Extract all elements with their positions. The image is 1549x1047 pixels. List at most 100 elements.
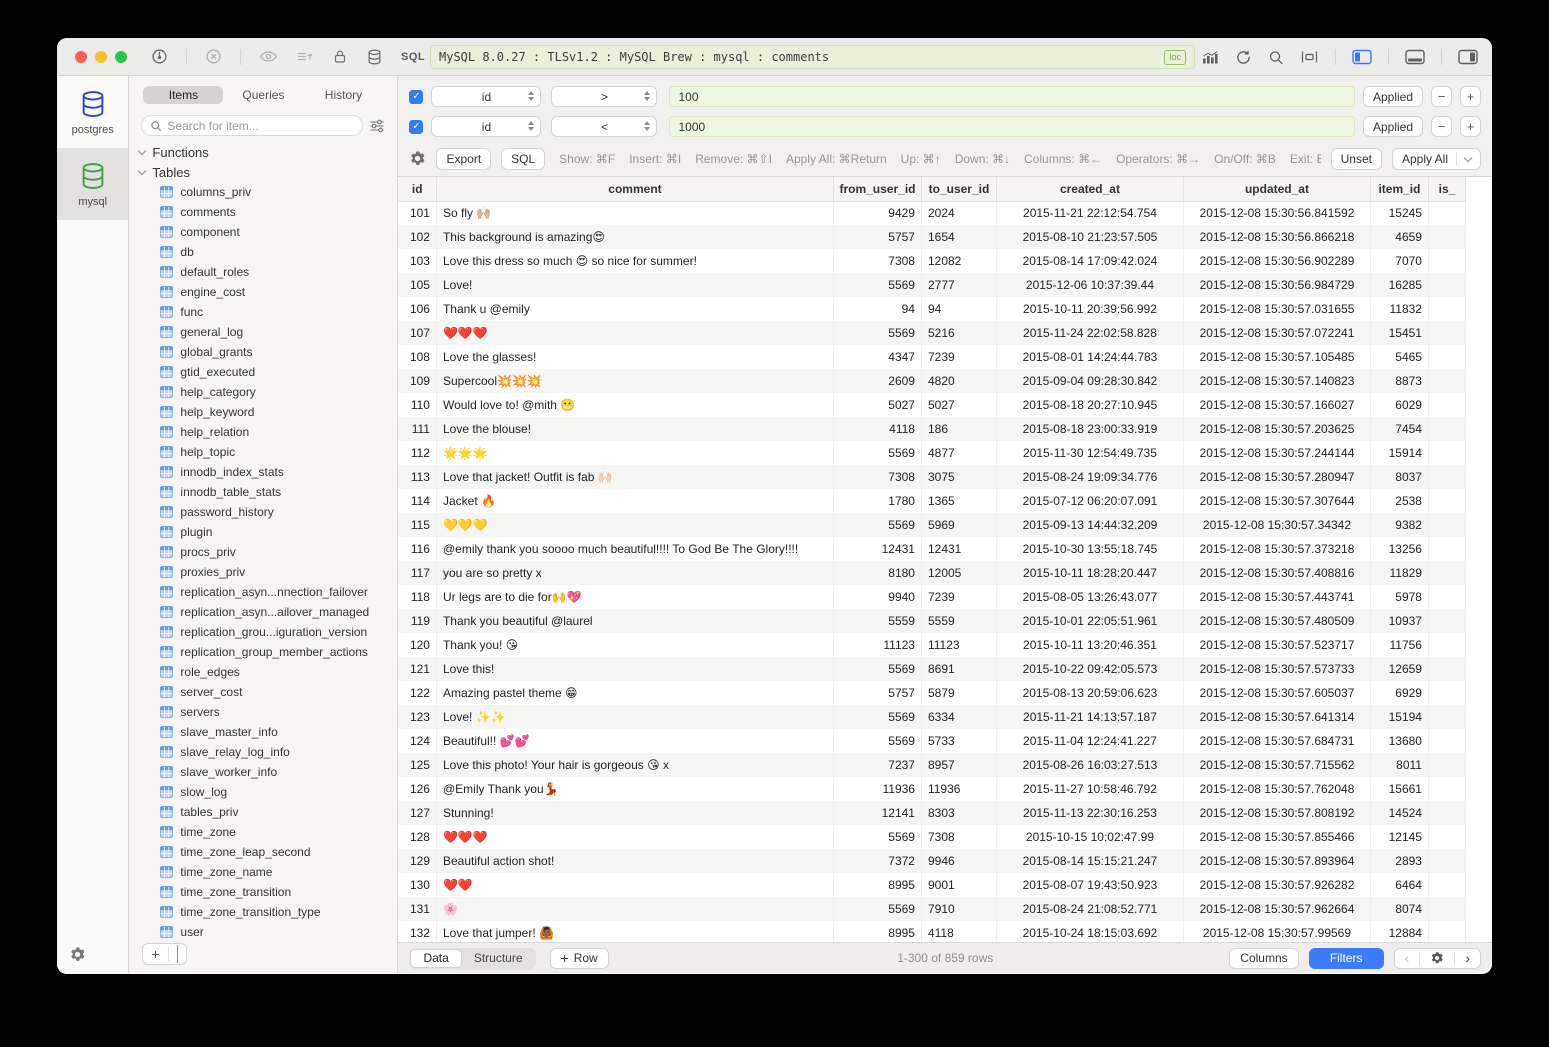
cell-to-user-id[interactable]: 5216 xyxy=(921,321,996,345)
cell-updated-at[interactable]: 2015-12-08 15:30:57.808192 xyxy=(1183,801,1370,825)
table-row[interactable]: 103Love this dress so much 😍 so nice for… xyxy=(398,249,1465,273)
cell-updated-at[interactable]: 2015-12-08 15:30:57.443741 xyxy=(1183,585,1370,609)
sidebar-table-global_grants[interactable]: global_grants xyxy=(129,342,397,362)
cell-to-user-id[interactable]: 4118 xyxy=(921,921,996,942)
cell-is[interactable] xyxy=(1428,657,1465,681)
cell-is[interactable] xyxy=(1428,225,1465,249)
cell-id[interactable]: 121 xyxy=(398,657,436,681)
next-page-button[interactable]: › xyxy=(1455,950,1480,966)
cell-is[interactable] xyxy=(1428,465,1465,489)
cell-from-user-id[interactable]: 4118 xyxy=(833,417,921,441)
table-row[interactable]: 110Would love to! @mith 😬502750272015-08… xyxy=(398,393,1465,417)
cell-item-id[interactable]: 11832 xyxy=(1370,297,1428,321)
sidebar-table-plugin[interactable]: plugin xyxy=(129,522,397,542)
cell-id[interactable]: 123 xyxy=(398,705,436,729)
cell-item-id[interactable]: 15245 xyxy=(1370,201,1428,225)
applied-button[interactable]: Applied xyxy=(1363,116,1423,137)
cell-created-at[interactable]: 2015-08-14 17:09:42.024 xyxy=(996,249,1183,273)
cell-updated-at[interactable]: 2015-12-08 15:30:57.072241 xyxy=(1183,321,1370,345)
cell-item-id[interactable]: 13680 xyxy=(1370,729,1428,753)
table-row[interactable]: 106Thank u @emily94942015-10-11 20:39:56… xyxy=(398,297,1465,321)
cell-from-user-id[interactable]: 7308 xyxy=(833,465,921,489)
cell-id[interactable]: 110 xyxy=(398,393,436,417)
cell-to-user-id[interactable]: 4820 xyxy=(921,369,996,393)
cell-updated-at[interactable]: 2015-12-08 15:30:57.031655 xyxy=(1183,297,1370,321)
applied-button[interactable]: Applied xyxy=(1363,86,1423,107)
cell-is[interactable] xyxy=(1428,633,1465,657)
cell-from-user-id[interactable]: 5569 xyxy=(833,897,921,921)
cell-from-user-id[interactable]: 5569 xyxy=(833,273,921,297)
cell-created-at[interactable]: 2015-10-01 22:05:51.961 xyxy=(996,609,1183,633)
cell-item-id[interactable]: 6929 xyxy=(1370,681,1428,705)
table-row[interactable]: 129Beautiful action shot!737299462015-08… xyxy=(398,849,1465,873)
cell-comment[interactable]: Love that jacket! Outfit is fab 🙌🏻 xyxy=(436,465,833,489)
cell-updated-at[interactable]: 2015-12-08 15:30:57.926282 xyxy=(1183,873,1370,897)
cell-updated-at[interactable]: 2015-12-08 15:30:57.893964 xyxy=(1183,849,1370,873)
cell-created-at[interactable]: 2015-10-24 18:15:03.692 xyxy=(996,921,1183,942)
sidebar-table-db[interactable]: db xyxy=(129,242,397,262)
cell-updated-at[interactable]: 2015-12-08 15:30:57.641314 xyxy=(1183,705,1370,729)
sidebar-table-help_relation[interactable]: help_relation xyxy=(129,422,397,442)
filter-gear-icon[interactable] xyxy=(409,150,426,167)
cell-is[interactable] xyxy=(1428,321,1465,345)
cell-from-user-id[interactable]: 7372 xyxy=(833,849,921,873)
cell-is[interactable] xyxy=(1428,873,1465,897)
cell-id[interactable]: 132 xyxy=(398,921,436,942)
cell-updated-at[interactable]: 2015-12-08 15:30:57.855466 xyxy=(1183,825,1370,849)
cell-is[interactable] xyxy=(1428,297,1465,321)
cell-created-at[interactable]: 2015-10-30 13:55:18.745 xyxy=(996,537,1183,561)
tree-group-tables[interactable]: Tables xyxy=(129,162,397,182)
cell-created-at[interactable]: 2015-08-05 13:26:43.077 xyxy=(996,585,1183,609)
cell-item-id[interactable]: 7070 xyxy=(1370,249,1428,273)
cell-to-user-id[interactable]: 5027 xyxy=(921,393,996,417)
chart-icon[interactable] xyxy=(1201,49,1219,66)
commit-list-icon[interactable] xyxy=(296,49,314,65)
cell-updated-at[interactable]: 2015-12-08 15:30:57.244144 xyxy=(1183,441,1370,465)
unset-button[interactable]: Unset xyxy=(1331,148,1382,170)
table-row[interactable]: 126@Emily Thank you💃11936119362015-11-27… xyxy=(398,777,1465,801)
fit-width-icon[interactable] xyxy=(1300,49,1319,65)
sidebar-table-slow_log[interactable]: slow_log xyxy=(129,782,397,802)
cell-comment[interactable]: you are so pretty x xyxy=(436,561,833,585)
cell-updated-at[interactable]: 2015-12-08 15:30:57.684731 xyxy=(1183,729,1370,753)
table-row[interactable]: 114Jacket 🔥178013652015-07-12 06:20:07.0… xyxy=(398,489,1465,513)
disconnect-icon[interactable] xyxy=(205,48,222,65)
cell-created-at[interactable]: 2015-08-26 16:03:27.513 xyxy=(996,753,1183,777)
table-row[interactable]: 121Love this!556986912015-10-22 09:42:05… xyxy=(398,657,1465,681)
cell-from-user-id[interactable]: 1780 xyxy=(833,489,921,513)
cell-comment[interactable]: Ur legs are to die for🙌💖 xyxy=(436,585,833,609)
cell-id[interactable]: 116 xyxy=(398,537,436,561)
zoom-window-button[interactable] xyxy=(115,51,127,63)
table-row[interactable]: 125Love this photo! Your hair is gorgeou… xyxy=(398,753,1465,777)
table-row[interactable]: 122Amazing pastel theme 😁575758792015-08… xyxy=(398,681,1465,705)
cell-to-user-id[interactable]: 8691 xyxy=(921,657,996,681)
cell-item-id[interactable]: 2893 xyxy=(1370,849,1428,873)
cell-to-user-id[interactable]: 5559 xyxy=(921,609,996,633)
sidebar-table-component[interactable]: component xyxy=(129,222,397,242)
close-window-button[interactable] xyxy=(75,51,87,63)
column-header-id[interactable]: id xyxy=(398,177,436,201)
cell-updated-at[interactable]: 2015-12-08 15:30:57.280947 xyxy=(1183,465,1370,489)
sidebar-table-innodb_index_stats[interactable]: innodb_index_stats xyxy=(129,462,397,482)
toggle-bottom-panel-icon[interactable] xyxy=(1405,49,1425,65)
cell-updated-at[interactable]: 2015-12-08 15:30:57.480509 xyxy=(1183,609,1370,633)
cell-created-at[interactable]: 2015-11-21 22:12:54.754 xyxy=(996,201,1183,225)
cell-is[interactable] xyxy=(1428,537,1465,561)
cell-from-user-id[interactable]: 5569 xyxy=(833,657,921,681)
toggle-left-panel-icon[interactable] xyxy=(1352,49,1372,65)
cell-updated-at[interactable]: 2015-12-08 15:30:57.140823 xyxy=(1183,369,1370,393)
cell-updated-at[interactable]: 2015-12-08 15:30:57.605037 xyxy=(1183,681,1370,705)
cell-item-id[interactable]: 12659 xyxy=(1370,657,1428,681)
cell-updated-at[interactable]: 2015-12-08 15:30:57.762048 xyxy=(1183,777,1370,801)
cell-id[interactable]: 127 xyxy=(398,801,436,825)
cell-created-at[interactable]: 2015-11-27 10:58:46.792 xyxy=(996,777,1183,801)
cell-item-id[interactable]: 12884 xyxy=(1370,921,1428,942)
cell-comment[interactable]: Supercool💥💥💥 xyxy=(436,369,833,393)
cell-is[interactable] xyxy=(1428,249,1465,273)
cell-to-user-id[interactable]: 7239 xyxy=(921,585,996,609)
lock-icon[interactable] xyxy=(332,48,348,65)
sidebar-table-proxies_priv[interactable]: proxies_priv xyxy=(129,562,397,582)
remove-filter-button[interactable]: − xyxy=(1431,116,1452,137)
cell-id[interactable]: 112 xyxy=(398,441,436,465)
table-row[interactable]: 111Love the blouse!41181862015-08-18 23:… xyxy=(398,417,1465,441)
